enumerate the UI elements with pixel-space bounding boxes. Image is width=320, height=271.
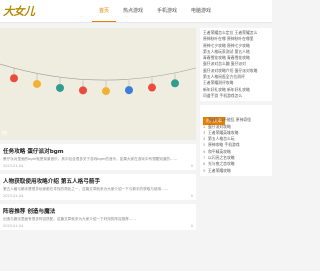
list-item-label: 原神秋叶在哪 原神秋叶在哪里 (203, 36, 254, 42)
hot-articles-list: 1 原神什么不能乱 原神奇怪 2 蛋仔派对攻略 3 王者荣耀英雄攻略 4 第五人格怎么玩 5 原神… (203, 117, 269, 174)
list-item-label: 以闪亮之名攻略 (208, 155, 235, 161)
article-meta: 2023-01-04 0 (3, 164, 193, 168)
list-item-label: 原神七夕攻略 原神七夕攻略 (203, 42, 250, 48)
list-item-label: 光与夜之恋攻略 (208, 161, 235, 167)
top-bar: 大女儿 首页 热点游戏 手机游戏 电脑游戏 (0, 0, 272, 23)
article-views: 0 (190, 224, 193, 228)
ornament-ball (79, 86, 87, 95)
panel-header: 热门文章 (203, 107, 269, 126)
banner-caption: 阿 (2, 131, 8, 137)
article-title[interactable]: 人物获取使用攻略介绍 第五人格弓箭手 (3, 177, 193, 185)
article-views: 0 (190, 164, 193, 168)
list-item-label: 蛋仔派对攻略介绍 蛋仔派对攻略 (203, 67, 258, 73)
sidebar-list-item[interactable]: 问道手游 手机游戏怎么 (203, 93, 269, 99)
nav-item-pc-games[interactable]: 电脑游戏 (184, 0, 218, 22)
list-item-label: 王者荣耀英雄攻略 (208, 129, 239, 135)
ornament-ball (33, 79, 41, 88)
article-card[interactable]: 人物获取使用攻略介绍 第五人格弓箭手 第五人格弓箭手是很多玩家都在寻找的角色之一… (0, 174, 196, 200)
banner-illustration (0, 28, 196, 140)
main-column: 阿 任务攻略 蛋仔派对bgm 蛋仔派对里面的bgm就是背景音乐，其中包含很多关于… (0, 28, 196, 230)
article-meta: 2023-01-04 0 (3, 224, 193, 228)
nav-item-mobile-games[interactable]: 手机游戏 (150, 0, 184, 22)
main-nav: 首页 热点游戏 手机游戏 电脑游戏 (92, 0, 218, 22)
list-item-label: 原神什么不能乱 原神奇怪 (208, 117, 251, 123)
ornament-ball (102, 87, 110, 96)
article-date: 2023-01-04 (3, 194, 24, 198)
list-item-label: 和平精英攻略 (208, 148, 231, 154)
list-item-label: 新年好礼攻略 新年好礼攻略 (203, 86, 250, 92)
list-item-label: 王者荣耀怎么定位 王者荣耀怎么 (203, 30, 258, 35)
list-item-label: 第五人格玩家测试 第五人格 (203, 48, 250, 54)
list-item-label: 原神攻略 手机游戏 (208, 142, 240, 148)
site-logo[interactable]: 大女儿 (3, 3, 35, 19)
list-item-label: 第五人格怎么玩 (208, 136, 235, 142)
banner[interactable]: 阿 (0, 28, 196, 140)
sidebar-list-item[interactable]: 9 王者荣耀攻略 (203, 168, 269, 174)
article-views: 0 (190, 194, 193, 198)
list-item-label: 青春雪花攻略 青春雪花攻略 (203, 55, 250, 61)
article-card[interactable]: 任务攻略 蛋仔派对bgm 蛋仔派对里面的bgm就是背景音乐，其中包含很多关于游戏… (0, 144, 196, 170)
ornament-ball (125, 86, 133, 95)
article-title[interactable]: 任务攻略 蛋仔派对bgm (3, 147, 193, 155)
ornament-ball (148, 83, 156, 92)
nav-item-home[interactable]: 首页 (92, 0, 117, 22)
article-summary: 蛋仔派对里面的bgm就是背景音乐，其中包含很多关于游戏bgm的音乐，如果大家在游… (3, 157, 178, 161)
sidebar-list-panel: 王者荣耀怎么定位 王者荣耀怎么 原神秋叶在哪 原神秋叶在哪里 原神七夕攻略 原神七夕… (200, 28, 272, 102)
sidebar: 王者荣耀怎么定位 王者荣耀怎么 原神秋叶在哪 原神秋叶在哪里 原神七夕攻略 原神七夕… (200, 28, 272, 180)
list-item-label: 蛋仔派对怎么蹦 蛋仔派对 (203, 61, 246, 67)
article-summary: 创造与魔法里面有很多阵容搭配，这篇文章就来为大家介绍一下好用的阵容推荐…… (3, 217, 136, 221)
article-summary: 第五人格弓箭手是很多玩家都在寻找的角色之一，这篇文章就来为大家介绍一下弓箭手的获… (3, 187, 169, 191)
list-item-label: 王者荣耀测评攻略 (203, 80, 234, 86)
hot-articles-panel: 热门文章 1 原神什么不能乱 原神奇怪 2 蛋仔派对攻略 3 王者荣耀英雄攻略 4 第五人格怎… (200, 105, 272, 176)
ornament-ball (171, 79, 179, 88)
list-item-label: 王者荣耀攻略 (208, 167, 231, 173)
article-date: 2023-01-04 (3, 164, 24, 168)
ornament-ball (10, 74, 18, 83)
article-meta: 2023-01-04 0 (3, 194, 193, 198)
article-title[interactable]: 阵容推荐 创造与魔法 (3, 207, 193, 215)
list-item-label: 问道手游 手机游戏怎么 (203, 92, 243, 98)
article-card[interactable]: 阵容推荐 创造与魔法 创造与魔法里面有很多阵容搭配，这篇文章就来为大家介绍一下好… (0, 204, 196, 230)
list-item-label: 蛋仔派对攻略 (208, 123, 231, 129)
ornament-ball (56, 83, 64, 92)
list-item-label: 第五人格闲逛全方位测评 (203, 74, 245, 80)
article-date: 2023-01-04 (3, 224, 24, 228)
nav-item-hot-games[interactable]: 热点游戏 (116, 0, 150, 22)
